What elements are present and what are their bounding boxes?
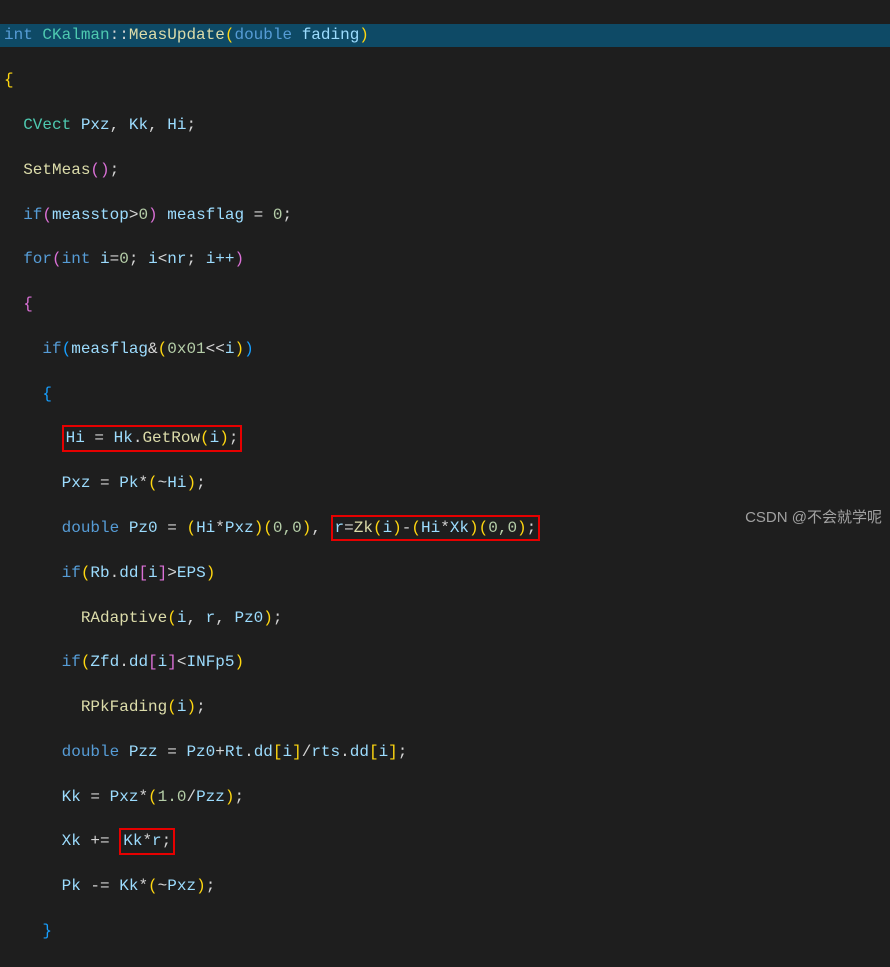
- fn-signature-line: int CKalman::MeasUpdate(double fading): [0, 24, 890, 46]
- decl-line: CVect Pxz, Kk, Hi;: [0, 114, 890, 136]
- highlight-box-1: Hi = Hk.GetRow(i);: [62, 425, 243, 451]
- if-measflag-line: if(measflag&(0x01<<i)): [0, 338, 890, 360]
- highlight-box-2: r=Zk(i)-(Hi*Xk)(0,0);: [331, 515, 541, 541]
- watermark: CSDN @不会就学呢: [745, 507, 882, 528]
- rpkfading-line: RPkFading(i);: [0, 696, 890, 718]
- radaptive-line: RAdaptive(i, r, Pz0);: [0, 607, 890, 629]
- if-rb-line: if(Rb.dd[i]>EPS): [0, 562, 890, 584]
- pzz-line: double Pzz = Pz0+Rt.dd[i]/rts.dd[i];: [0, 741, 890, 763]
- brace-close-if: }: [0, 920, 890, 942]
- hi-assign-line: Hi = Hk.GetRow(i);: [0, 427, 890, 449]
- code-editor[interactable]: int CKalman::MeasUpdate(double fading) {…: [0, 0, 890, 967]
- xk-line: Xk += Kk*r;: [0, 830, 890, 852]
- brace-open: {: [0, 69, 890, 91]
- if-zfd-line: if(Zfd.dd[i]<INFp5): [0, 651, 890, 673]
- highlight-box-3: Kk*r;: [119, 828, 175, 854]
- pxz-assign-line: Pxz = Pk*(~Hi);: [0, 472, 890, 494]
- kk-line: Kk = Pxz*(1.0/Pzz);: [0, 786, 890, 808]
- if-measstop-line: if(measstop>0) measflag = 0;: [0, 204, 890, 226]
- brace-open-for: {: [0, 293, 890, 315]
- for-line: for(int i=0; i<nr; i++): [0, 248, 890, 270]
- brace-open-if: {: [0, 383, 890, 405]
- pk-line: Pk -= Kk*(~Pxz);: [0, 875, 890, 897]
- setmeas-line: SetMeas();: [0, 159, 890, 181]
